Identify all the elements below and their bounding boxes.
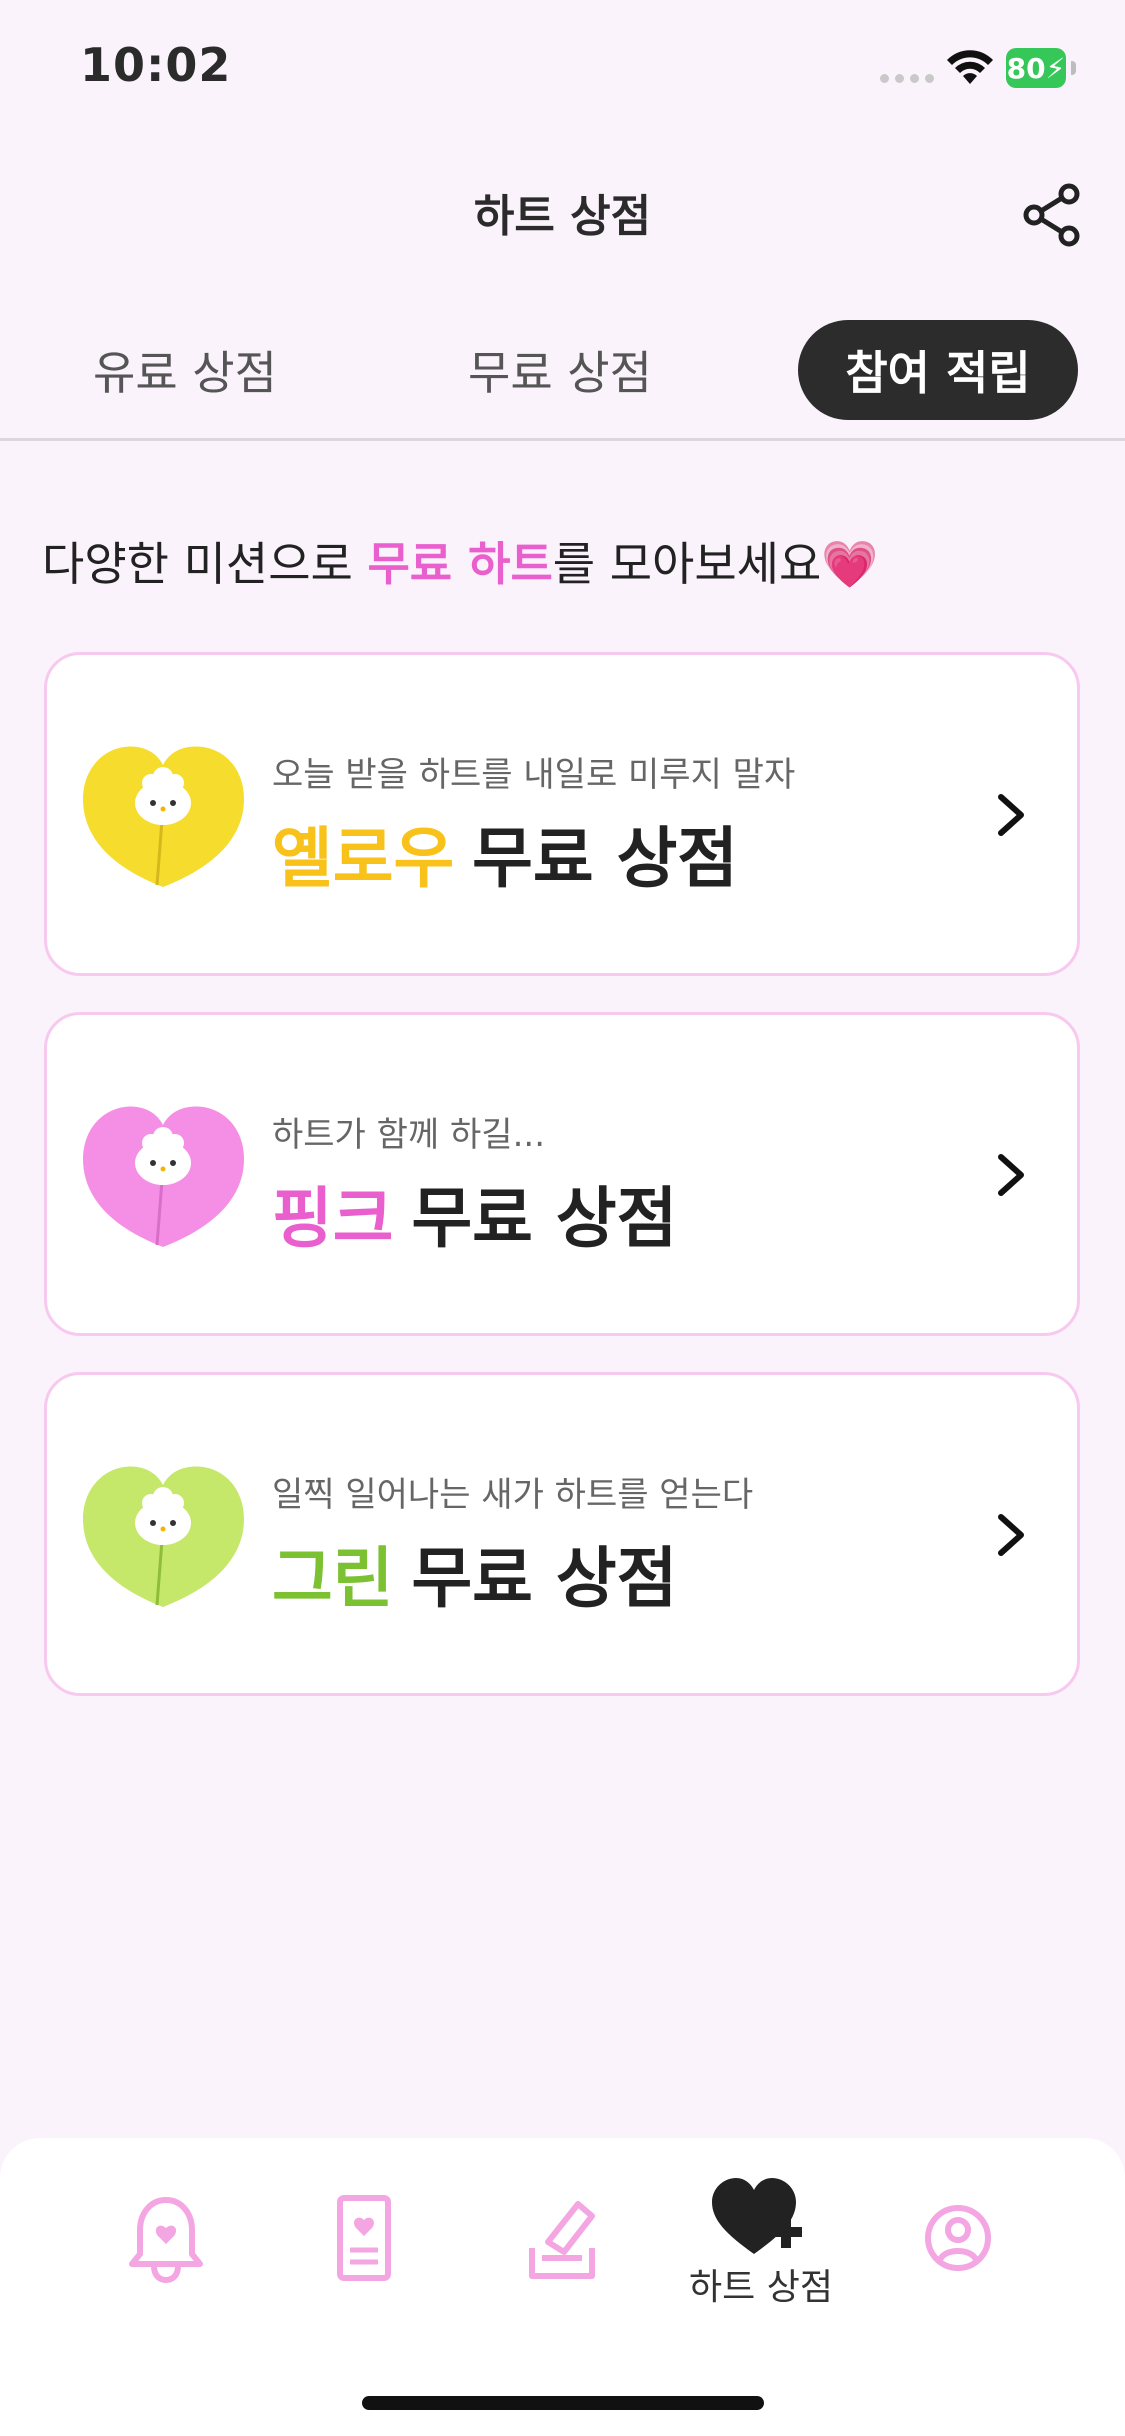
page-title: 하트 상점 [473, 191, 652, 242]
tab-free-shop[interactable]: 무료 상점 [435, 320, 685, 420]
battery-icon: 80 ⚡ [1006, 48, 1076, 88]
chevron-right-icon [998, 794, 1024, 836]
yellow-heart-icon [83, 746, 244, 887]
card-title: 옐로우 무료 상점 [272, 805, 738, 901]
profile-icon[interactable] [898, 2178, 1018, 2298]
card-title: 핑크 무료 상점 [272, 1165, 677, 1261]
card-title: 그린 무료 상점 [272, 1525, 677, 1621]
card-subtitle: 일찍 일어나는 새가 하트를 얻는다 [272, 1475, 754, 1515]
pink-heart-icon [83, 1106, 244, 1247]
chevron-right-icon [998, 1514, 1024, 1556]
chevron-right-icon [998, 1154, 1024, 1196]
card-title-rest: 무료 상점 [411, 1180, 678, 1257]
card-color-word: 핑크 [272, 1180, 394, 1257]
card-color-word: 옐로우 [272, 820, 455, 897]
tab-earn-participation[interactable]: 참여 적립 [798, 320, 1078, 420]
card-title-rest: 무료 상점 [411, 1540, 678, 1617]
wifi-icon [947, 50, 993, 84]
green-free-shop-card[interactable]: 일찍 일어나는 새가 하트를 얻는다 그린 무료 상점 [44, 1372, 1080, 1696]
green-heart-icon [83, 1466, 244, 1607]
signal-icon [880, 74, 934, 83]
intro-text: 다양한 미션으로 무료 하트를 모아보세요💗 [42, 528, 879, 594]
nav-label-heart-shop: 하트 상점 [689, 2267, 833, 2308]
tab-divider [0, 438, 1125, 441]
intro-after: 를 모아보세요💗 [552, 537, 879, 591]
battery-level: 80 [1006, 51, 1046, 85]
bell-icon[interactable] [106, 2178, 226, 2298]
yellow-free-shop-card[interactable]: 오늘 받을 하트를 내일로 미루지 말자 옐로우 무료 상점 [44, 652, 1080, 976]
card-subtitle: 하트가 함께 하길... [272, 1115, 545, 1155]
card-subtitle: 오늘 받을 하트를 내일로 미루지 말자 [272, 755, 796, 795]
intro-highlight: 무료 하트 [367, 537, 553, 591]
status-bar: 10:02 80 ⚡ [0, 0, 1125, 130]
card-icon[interactable] [304, 2178, 424, 2298]
card-title-rest: 무료 상점 [472, 820, 739, 897]
status-time: 10:02 [80, 38, 232, 92]
bottom-nav: 하트 상점 [0, 2138, 1125, 2436]
tab-paid-shop[interactable]: 유료 상점 [60, 320, 310, 420]
card-color-word: 그린 [272, 1540, 394, 1617]
intro-before: 다양한 미션으로 [42, 537, 368, 591]
home-indicator [362, 2396, 764, 2410]
write-icon[interactable] [502, 2178, 622, 2298]
pink-free-shop-card[interactable]: 하트가 함께 하길... 핑크 무료 상점 [44, 1012, 1080, 1336]
share-icon[interactable] [1020, 182, 1086, 248]
tab-bar: 유료 상점 무료 상점 참여 적립 [0, 320, 1125, 440]
